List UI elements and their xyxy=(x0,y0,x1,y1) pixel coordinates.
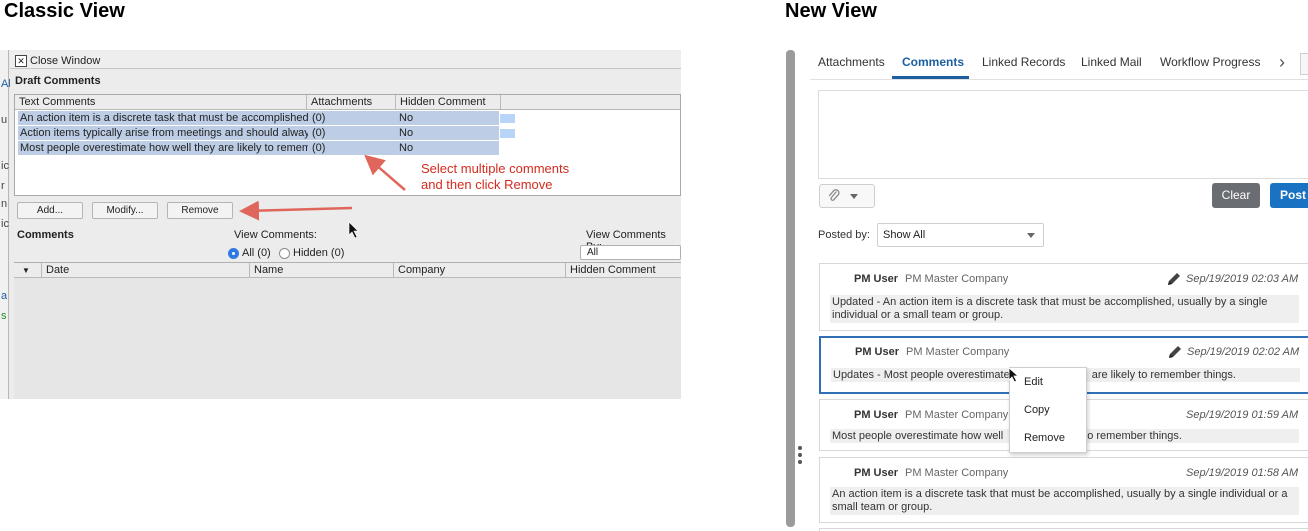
new-view-panel: Attachments Comments Linked Records Link… xyxy=(786,50,1308,531)
arrow-to-remove xyxy=(239,200,353,221)
tab-workflow-progress[interactable]: Workflow Progress xyxy=(1160,55,1260,69)
chevron-down-icon xyxy=(850,193,858,199)
post-button[interactable]: Post xyxy=(1270,183,1308,208)
tab-linked-records[interactable]: Linked Records xyxy=(982,55,1065,69)
chevron-down-icon xyxy=(1027,233,1035,238)
comment-date: Sep/19/2019 01:59 AM xyxy=(1186,409,1299,421)
comment-author: PM User xyxy=(855,346,900,358)
comment-card[interactable]: PM User PM Master Company Sep/19/2019 01… xyxy=(819,457,1308,523)
tab-linked-mail[interactable]: Linked Mail xyxy=(1081,55,1142,69)
tab-attachments[interactable]: Attachments xyxy=(818,55,885,69)
comment-header: PM User PM Master Company Sep/19/2019 01… xyxy=(820,467,1308,482)
drag-handle-icon[interactable] xyxy=(798,446,802,467)
paperclip-icon xyxy=(828,189,840,201)
active-tab-indicator xyxy=(892,76,969,79)
comment-header: PM User PM Master Company Sep/19/2019 02… xyxy=(821,346,1308,361)
posted-by-select[interactable]: Show All xyxy=(877,223,1044,247)
comment-company: PM Master Company xyxy=(905,409,1009,421)
comment-author: PM User xyxy=(854,273,899,285)
classic-view-panel: Al u ic r n ic a s ✕ Close Window Draft … xyxy=(0,50,681,399)
menu-item-edit[interactable]: Edit xyxy=(1024,376,1043,388)
tab-bar: Attachments Comments Linked Records Link… xyxy=(810,50,1308,80)
comment-company: PM Master Company xyxy=(905,273,1009,285)
comment-date: Sep/19/2019 02:03 AM xyxy=(1186,273,1299,285)
comment-line: An action item is a discrete task that m… xyxy=(832,488,1288,500)
comment-company: PM Master Company xyxy=(906,346,1010,358)
new-view-heading: New View xyxy=(785,0,877,22)
comment-body: Updated - An action item is a discrete t… xyxy=(830,295,1299,323)
classic-view-heading: Classic View xyxy=(4,0,125,22)
pencil-icon[interactable] xyxy=(1165,270,1183,288)
comment-date: Sep/19/2019 01:58 AM xyxy=(1186,467,1299,479)
comment-line: Updates - Most people overestimate xyxy=(833,369,1010,381)
attach-button[interactable] xyxy=(819,184,875,208)
comment-header: PM User PM Master Company Sep/19/2019 02… xyxy=(820,273,1308,288)
comment-author: PM User xyxy=(854,409,899,421)
comment-line: Most people overestimate how well xyxy=(832,430,1004,442)
comment-date: Sep/19/2019 02:02 AM xyxy=(1187,346,1300,358)
menu-item-copy[interactable]: Copy xyxy=(1024,404,1050,416)
comment-line: are likely to remember things. xyxy=(1091,369,1236,381)
arrow-to-selection xyxy=(364,154,406,191)
comment-line: small team or group. xyxy=(832,501,933,513)
comment-company: PM Master Company xyxy=(905,467,1009,479)
chevron-right-icon[interactable]: › xyxy=(1279,52,1285,73)
comment-line: o remember things. xyxy=(1087,430,1182,442)
posted-by-value: Show All xyxy=(883,229,926,241)
clear-button[interactable]: Clear xyxy=(1212,183,1260,208)
menu-item-remove[interactable]: Remove xyxy=(1024,432,1065,444)
posted-by-label: Posted by: xyxy=(818,229,870,241)
comment-card[interactable]: PM User PM Master Company Sep/19/2019 02… xyxy=(819,263,1308,331)
annotation-arrows xyxy=(239,154,406,239)
tab-comments[interactable]: Comments xyxy=(902,55,964,69)
comment-context-menu: Edit Copy Remove xyxy=(1009,367,1087,453)
comment-line: individual or a small team or group. xyxy=(832,309,1004,321)
tab-overflow-edge xyxy=(1300,53,1308,75)
mouse-pointer-icon xyxy=(1008,367,1020,383)
comment-body: An action item is a discrete task that m… xyxy=(830,487,1299,515)
comment-line: Updated - An action item is a discrete t… xyxy=(832,296,1268,308)
resize-bar[interactable] xyxy=(786,50,795,527)
comment-author: PM User xyxy=(854,467,899,479)
pencil-icon[interactable] xyxy=(1166,343,1184,361)
comment-editor[interactable] xyxy=(818,90,1308,179)
mouse-pointer-icon xyxy=(348,221,359,239)
